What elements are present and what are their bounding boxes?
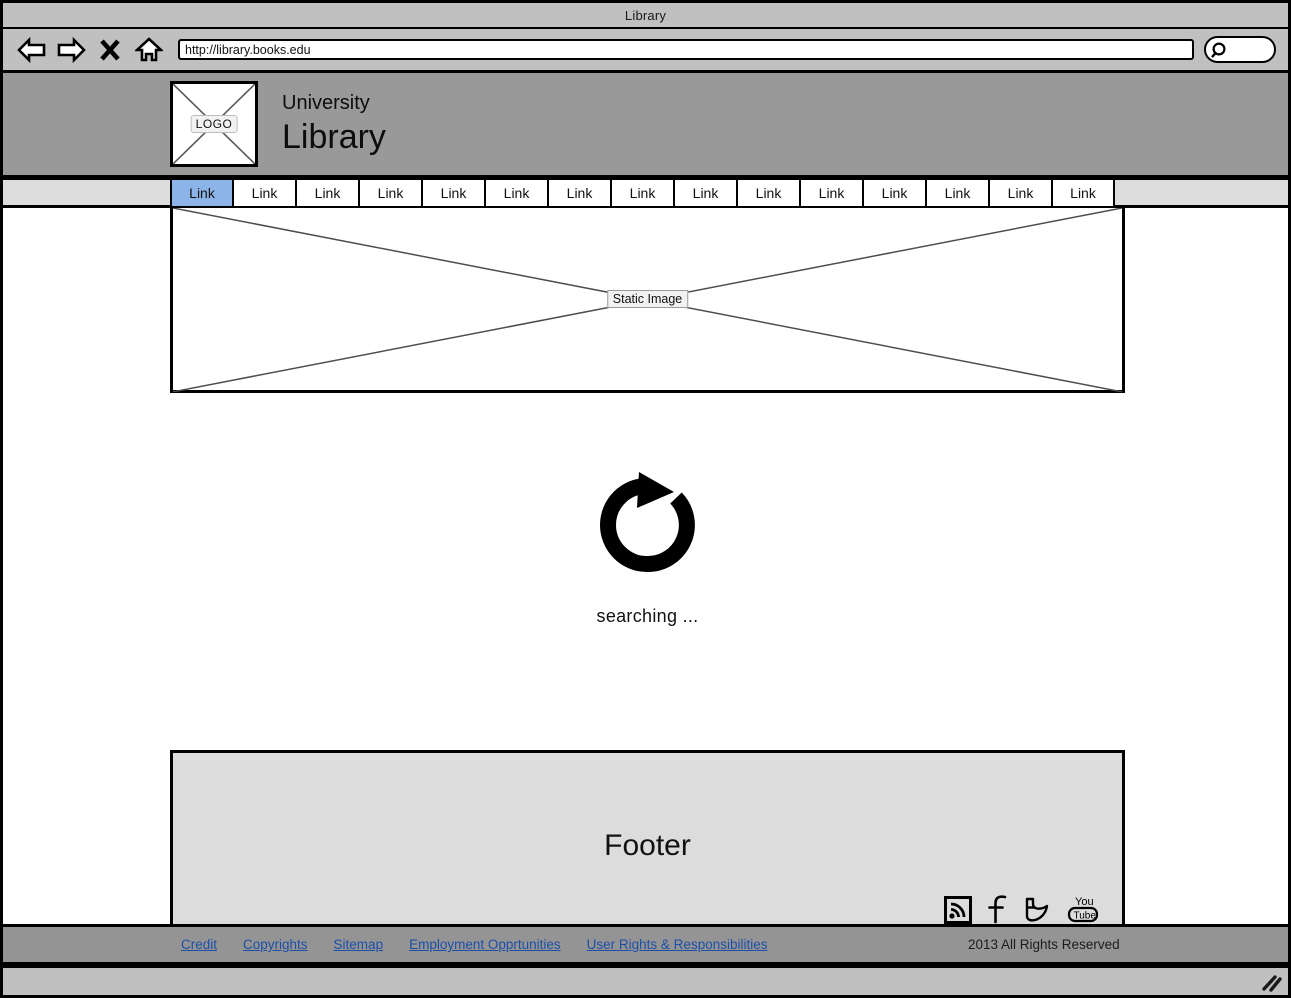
- social-links: You Tube: [944, 892, 1100, 924]
- nav-tab-label: Link: [1070, 185, 1096, 201]
- page-content: LOGO University Library Link Link Link Link…: [3, 73, 1288, 965]
- nav-tab-6[interactable]: Link: [548, 178, 611, 208]
- nav-tab-label: Link: [503, 185, 530, 201]
- url-bar[interactable]: http://library.books.edu: [178, 39, 1194, 60]
- nav-tab-label: Link: [566, 185, 593, 201]
- nav-tab-0[interactable]: Link: [170, 178, 233, 208]
- footer-link-bar: Credit Copyrights Sitemap Employment Opprtu…: [3, 924, 1288, 965]
- home-icon[interactable]: [134, 35, 164, 65]
- nav-tab-label: Link: [1007, 185, 1034, 201]
- static-image-label: Static Image: [606, 290, 689, 308]
- browser-toolbar: http://library.books.edu: [3, 29, 1288, 73]
- nav-tab-label: Link: [755, 185, 782, 201]
- nav-tab-12[interactable]: Link: [926, 178, 989, 208]
- nav-tab-label: Link: [377, 185, 404, 201]
- footer-link-1[interactable]: Copyrights: [243, 937, 308, 952]
- forward-arrow-icon[interactable]: [56, 35, 86, 65]
- nav-tab-3[interactable]: Link: [359, 178, 422, 208]
- nav-tab-label: Link: [314, 185, 341, 201]
- nav-tab-label: Link: [629, 185, 656, 201]
- window-title: Library: [624, 7, 667, 23]
- stop-x-icon[interactable]: [95, 35, 125, 65]
- nav-tab-label: Link: [818, 185, 845, 201]
- footer-link-2[interactable]: Sitemap: [334, 937, 384, 952]
- logo-placeholder: LOGO: [170, 81, 258, 167]
- nav-tab-label: Link: [881, 185, 908, 201]
- nav-tab-label: Link: [189, 185, 215, 201]
- magnifier-icon: [1211, 41, 1226, 58]
- site-brand: University Library: [282, 92, 386, 156]
- rss-icon[interactable]: [944, 896, 972, 924]
- nav-tab-label: Link: [692, 185, 719, 201]
- site-header: LOGO University Library: [3, 73, 1288, 178]
- nav-strip: Link Link Link Link Link Link Link Link Link Link…: [3, 178, 1288, 208]
- static-image-placeholder: Static Image: [170, 208, 1125, 393]
- footer-title: Footer: [604, 829, 691, 862]
- back-arrow-icon[interactable]: [17, 35, 47, 65]
- footer-link-4[interactable]: User Rights & Responsibilities: [587, 937, 768, 952]
- search-input[interactable]: [1204, 36, 1276, 63]
- main-content: Static Image searching ... Footer You Tu…: [3, 208, 1288, 940]
- resize-grip-icon[interactable]: [1260, 974, 1282, 992]
- svg-text:You: You: [1075, 896, 1094, 908]
- nav-tab-label: Link: [251, 185, 278, 201]
- svg-text:Tube: Tube: [1074, 911, 1097, 922]
- loading-status-text: searching ...: [596, 606, 699, 626]
- nav-tab-13[interactable]: Link: [989, 178, 1052, 208]
- youtube-icon[interactable]: You Tube: [1066, 892, 1100, 924]
- twitter-icon[interactable]: [1022, 894, 1052, 924]
- nav-tab-1[interactable]: Link: [233, 178, 296, 208]
- nav-tab-14[interactable]: Link: [1052, 178, 1115, 208]
- browser-window: Library http://library.books.edu LOGO Un…: [0, 0, 1291, 998]
- footer-link-0[interactable]: Credit: [181, 937, 217, 952]
- copyright-text: 2013 All Rights Reserved: [968, 937, 1120, 952]
- nav-tab-7[interactable]: Link: [611, 178, 674, 208]
- footer-region: Footer You Tube: [170, 750, 1125, 940]
- footer-link-3[interactable]: Employment Opprtunities: [409, 937, 561, 952]
- facebook-icon[interactable]: [986, 894, 1008, 924]
- browser-statusbar: [3, 965, 1288, 995]
- nav-tab-8[interactable]: Link: [674, 178, 737, 208]
- nav-tab-11[interactable]: Link: [863, 178, 926, 208]
- nav-tab-5[interactable]: Link: [485, 178, 548, 208]
- footer-link-group: Credit Copyrights Sitemap Employment Opprtu…: [181, 937, 767, 952]
- browser-nav-buttons: [17, 35, 164, 65]
- nav-tab-label: Link: [944, 185, 971, 201]
- nav-tabs: Link Link Link Link Link Link Link Link Link Link…: [170, 178, 1115, 208]
- url-text: http://library.books.edu: [185, 42, 311, 57]
- nav-tab-4[interactable]: Link: [422, 178, 485, 208]
- loading-indicator: searching ...: [170, 468, 1125, 627]
- logo-label: LOGO: [190, 115, 238, 133]
- window-titlebar: Library: [3, 3, 1288, 29]
- brand-university: University: [282, 92, 370, 115]
- nav-tab-label: Link: [440, 185, 467, 201]
- loading-refresh-icon: [590, 468, 705, 588]
- brand-library: Library: [282, 118, 386, 157]
- nav-tab-9[interactable]: Link: [737, 178, 800, 208]
- nav-tab-2[interactable]: Link: [296, 178, 359, 208]
- nav-tab-10[interactable]: Link: [800, 178, 863, 208]
